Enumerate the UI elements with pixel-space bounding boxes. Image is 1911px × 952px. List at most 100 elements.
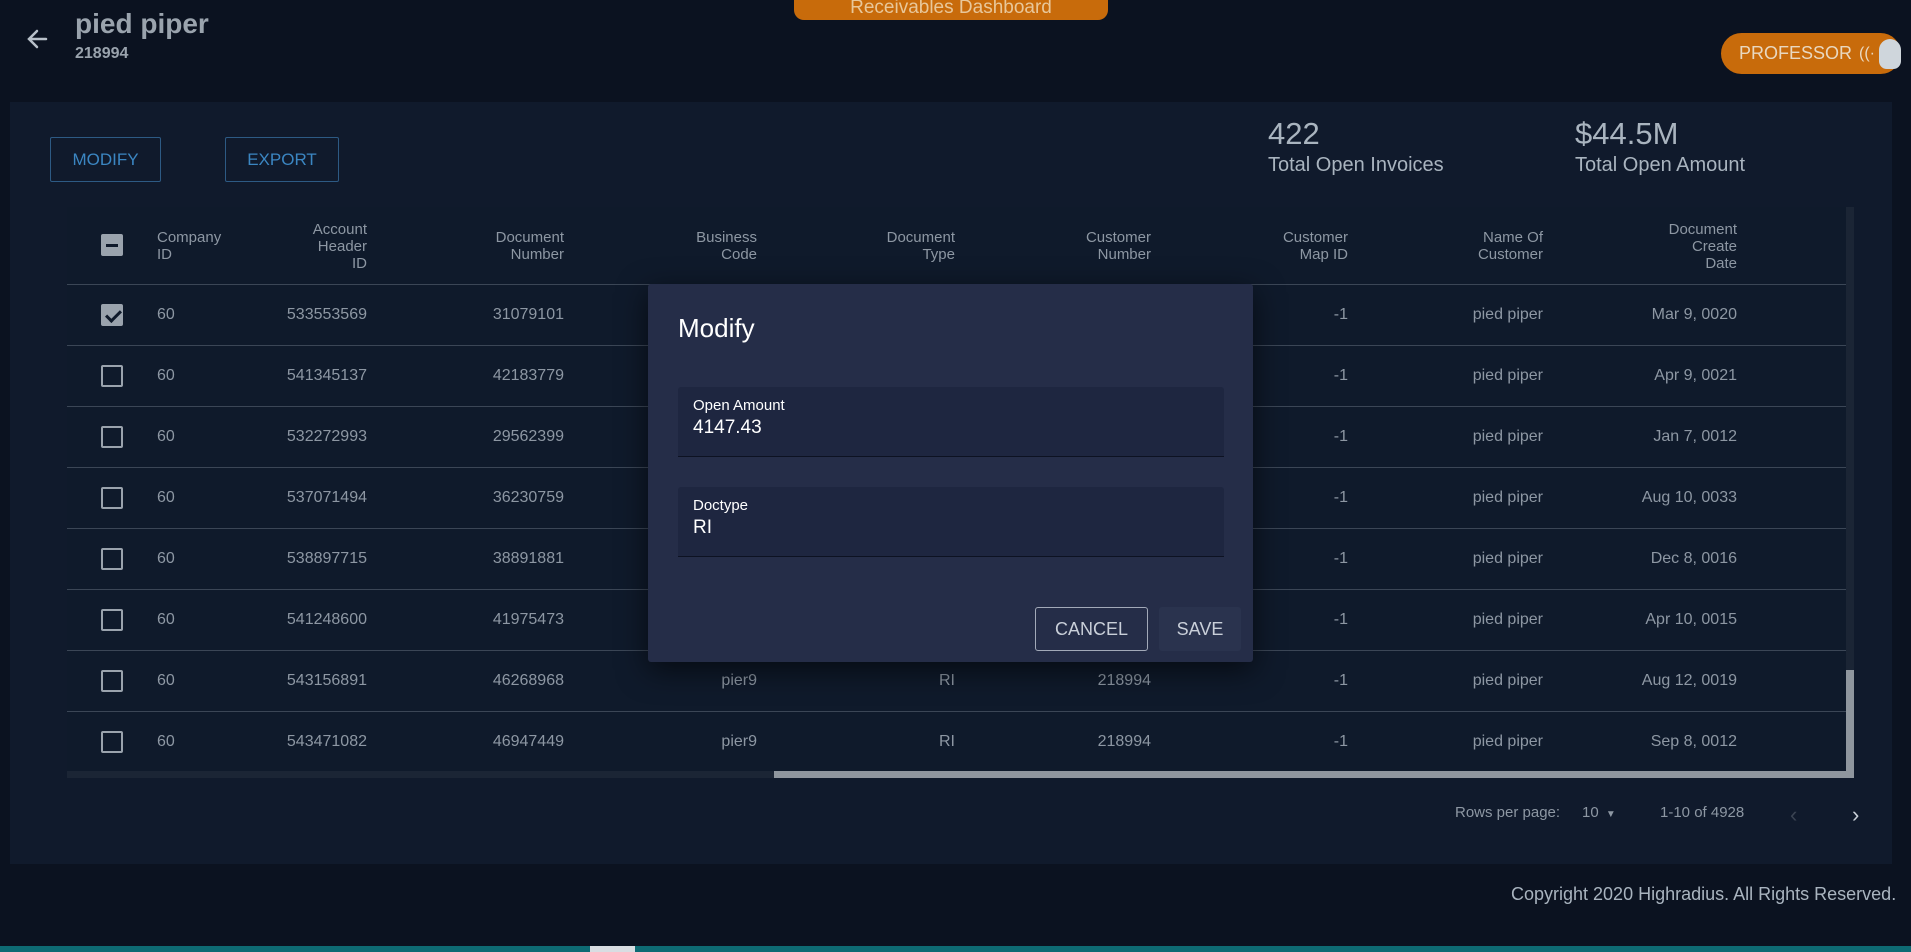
column-header-text: Account <box>312 220 367 238</box>
cancel-button[interactable]: CANCEL <box>1035 607 1148 651</box>
avatar <box>1879 39 1901 69</box>
column-header-business-code[interactable]: Business Code <box>647 207 757 285</box>
column-header-text: Code <box>721 246 757 263</box>
column-header-text: Name Of <box>1482 229 1543 246</box>
column-header-name-of-customer[interactable]: Name Of Customer <box>1447 207 1543 285</box>
column-header-document-create-date[interactable]: Document Create Date <box>1627 207 1737 285</box>
cell-name-of-customer: pied piper <box>1472 306 1543 323</box>
cell-customer-map-id: -1 <box>1333 428 1348 445</box>
cell-name-of-customer: pied piper <box>1472 550 1543 567</box>
row-checkbox[interactable] <box>101 487 123 509</box>
cell-customer-map-id: -1 <box>1333 733 1348 750</box>
open-amount-field[interactable]: Open Amount <box>678 387 1224 457</box>
modify-dialog: Modify Open Amount Doctype CANCEL SAVE <box>648 284 1253 662</box>
row-checkbox[interactable] <box>101 670 123 692</box>
cell-document-create-date: Aug 10, 0033 <box>1641 489 1737 506</box>
table-header: Company ID Account Header ID Document Number Bu… <box>67 207 1854 285</box>
copyright-text: Copyright 2020 Highradius. All Rights Re… <box>1511 884 1897 904</box>
open-amount-input[interactable] <box>693 417 1193 439</box>
cell-document-number: 31079101 <box>492 306 564 323</box>
page-subtitle: 218994 <box>75 45 129 62</box>
cell-account-header-id: 543471082 <box>286 733 367 750</box>
cell-account-header-id: 541248600 <box>286 611 367 628</box>
row-checkbox[interactable] <box>101 304 123 326</box>
profile-button[interactable]: PROFESSOR ((· <box>1721 33 1901 74</box>
cell-account-header-id: 537071494 <box>286 489 367 506</box>
cell-name-of-customer: pied piper <box>1472 367 1543 384</box>
column-header-customer-number[interactable]: Customer Number <box>1047 207 1151 285</box>
profile-label: PROFESSOR <box>1739 43 1853 63</box>
cell-customer-map-id: -1 <box>1333 306 1348 323</box>
cell-name-of-customer: pied piper <box>1472 733 1543 750</box>
total-open-amount-label: Total Open Amount <box>1575 154 1746 176</box>
total-open-invoices-label: Total Open Invoices <box>1268 154 1444 176</box>
row-checkbox[interactable] <box>101 365 123 387</box>
column-header-text: Number <box>510 246 564 263</box>
modify-button[interactable]: MODIFY <box>50 137 161 182</box>
column-header-text: Date <box>1705 254 1737 272</box>
column-header-customer-map-id[interactable]: Customer Map ID <box>1247 207 1348 285</box>
rows-per-page-label: Rows per page: <box>1455 804 1561 821</box>
cell-name-of-customer: pied piper <box>1472 611 1543 628</box>
cell-document-create-date: Jan 7, 0012 <box>1653 428 1737 445</box>
total-open-invoices-value: 422 <box>1268 116 1320 151</box>
cell-name-of-customer: pied piper <box>1472 489 1543 506</box>
cell-document-create-date: Aug 12, 0019 <box>1641 672 1737 689</box>
table-row[interactable]: 60 543471082 46947449 pier9 RI 218994 -1 pied p… <box>67 712 1854 773</box>
column-header-text: Number <box>1097 246 1151 263</box>
column-header-text: Business <box>696 229 757 246</box>
row-checkbox[interactable] <box>101 426 123 448</box>
back-arrow-icon[interactable] <box>24 26 56 52</box>
rows-per-page-select[interactable]: 10 ▼ <box>1582 804 1616 821</box>
bottom-bar-indicator <box>590 946 635 952</box>
cell-business-code: pier9 <box>721 733 757 750</box>
cell-customer-map-id: -1 <box>1333 611 1348 628</box>
doctype-field[interactable]: Doctype <box>678 487 1224 557</box>
column-header-account-header-id[interactable]: Account Header ID <box>267 207 367 285</box>
cell-document-create-date: Apr 9, 0021 <box>1654 367 1737 384</box>
export-button[interactable]: EXPORT <box>225 137 339 182</box>
column-header-text: Customer <box>1477 246 1543 263</box>
cell-name-of-customer: pied piper <box>1472 428 1543 445</box>
cell-document-number: 41975473 <box>492 611 564 628</box>
save-button[interactable]: SAVE <box>1159 607 1241 651</box>
column-header-text: ID <box>352 254 367 272</box>
page-title: pied piper <box>75 8 209 39</box>
bottom-bar <box>0 946 1911 952</box>
cell-account-header-id: 538897715 <box>286 550 367 567</box>
cell-document-type: RI <box>939 733 955 750</box>
cell-document-create-date: Dec 8, 0016 <box>1650 550 1737 567</box>
column-header-document-type[interactable]: Document Type <box>847 207 955 285</box>
row-checkbox[interactable] <box>101 731 123 753</box>
column-header-text: Document <box>495 229 564 246</box>
cell-customer-number: 218994 <box>1097 733 1151 750</box>
row-checkbox[interactable] <box>101 609 123 631</box>
column-header-document-number[interactable]: Document Number <box>447 207 564 285</box>
row-checkbox[interactable] <box>101 548 123 570</box>
prev-page-icon[interactable]: ‹ <box>1790 802 1797 828</box>
cell-customer-map-id: -1 <box>1333 367 1348 384</box>
select-all-checkbox[interactable] <box>101 234 123 256</box>
column-header-text: Document <box>886 229 955 246</box>
rows-per-page-value: 10 <box>1582 804 1599 821</box>
cell-document-number: 46268968 <box>492 672 564 689</box>
cell-account-header-id: 541345137 <box>286 367 367 384</box>
next-page-icon[interactable]: › <box>1852 802 1859 828</box>
column-header-text: Create <box>1691 237 1737 255</box>
dialog-title: Modify <box>678 313 755 343</box>
cell-customer-map-id: -1 <box>1333 672 1348 689</box>
column-header-text: Type <box>922 246 955 263</box>
vertical-scrollbar-thumb[interactable] <box>1846 670 1854 776</box>
column-header-text: Document <box>1668 220 1737 238</box>
cell-document-number: 29562399 <box>492 428 564 445</box>
page-range: 1-10 of 4928 <box>1660 804 1745 821</box>
dashboard-tab[interactable]: Receivables Dashboard <box>794 0 1108 20</box>
open-amount-label: Open Amount <box>693 397 785 414</box>
doctype-input[interactable] <box>693 517 1193 539</box>
cell-document-create-date: Apr 10, 0015 <box>1645 611 1737 628</box>
cell-document-create-date: Sep 8, 0012 <box>1650 733 1737 750</box>
cell-document-number: 46947449 <box>492 733 564 750</box>
horizontal-scrollbar-thumb[interactable] <box>774 771 1854 778</box>
cell-document-create-date: Mar 9, 0020 <box>1651 306 1737 323</box>
cell-account-header-id: 532272993 <box>286 428 367 445</box>
